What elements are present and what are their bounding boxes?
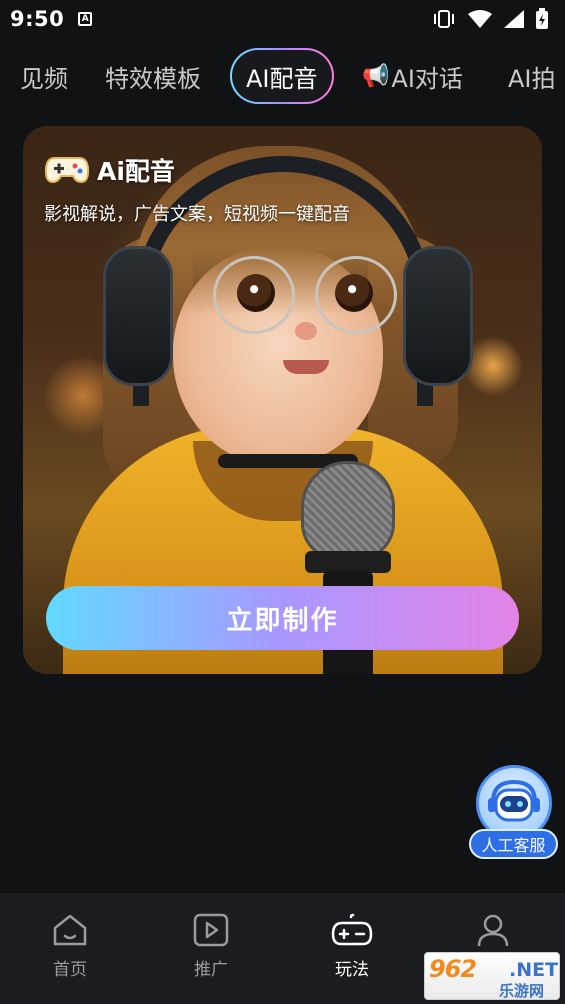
watermark-logo: 962 .NET 乐游网 <box>424 952 560 1000</box>
signal-icon <box>504 10 524 28</box>
hero-subtitle: 影视解说，广告文案，短视频一键配音 <box>44 204 350 225</box>
nav-label-play: 玩法 <box>335 960 369 980</box>
hero-card[interactable]: Ai配音 影视解说，广告文案，短视频一键配音 立即制作 <box>23 126 542 674</box>
customer-service-button[interactable]: 人工客服 <box>469 765 559 860</box>
create-now-button[interactable]: 立即制作 <box>46 586 519 650</box>
gamepad-icon <box>331 913 373 946</box>
nav-label-home: 首页 <box>53 960 87 980</box>
watermark-site: 乐游网 <box>499 982 545 1000</box>
vibrate-icon <box>434 10 454 28</box>
nav-item-home[interactable]: 首页 <box>20 913 120 993</box>
megaphone-icon: 📢 <box>362 63 390 89</box>
tab-ai-chat[interactable]: 📢 AI对话 <box>362 46 463 106</box>
notification-icon: A <box>78 12 93 26</box>
nav-label-promote: 推广 <box>194 960 228 980</box>
tab-ai-photo[interactable]: AI拍 <box>508 46 556 106</box>
home-icon <box>53 914 87 946</box>
tab-label: 特效模板 <box>105 64 201 93</box>
tab-bar: 见频 特效模板 AI配音 📢 AI对话 AI拍 <box>0 46 565 106</box>
tab-ai-dubbing[interactable]: AI配音 <box>230 48 334 104</box>
tab-effect-templates[interactable]: 特效模板 <box>105 46 201 106</box>
status-bar: 9:50 A <box>0 0 565 38</box>
tab-video[interactable]: 见频 <box>20 46 68 106</box>
user-icon <box>477 914 509 947</box>
play-icon <box>193 913 229 947</box>
battery-icon <box>536 8 548 29</box>
watermark-number: 962 <box>429 955 477 983</box>
status-time: 9:50 <box>10 7 65 31</box>
customer-service-label: 人工客服 <box>469 829 558 859</box>
hero-title: Ai配音 <box>97 157 175 186</box>
tab-label: AI拍 <box>508 64 556 93</box>
gamepad-icon <box>45 157 89 184</box>
watermark-net: .NET <box>509 959 559 981</box>
tab-label: 见频 <box>20 64 68 93</box>
nav-item-play[interactable]: 玩法 <box>302 913 402 993</box>
tab-label: AI对话 <box>391 64 463 93</box>
hero-title-row: Ai配音 <box>45 152 175 188</box>
tab-label: AI配音 <box>246 64 318 93</box>
wifi-icon <box>468 10 492 28</box>
nav-item-promote[interactable]: 推广 <box>161 913 261 993</box>
